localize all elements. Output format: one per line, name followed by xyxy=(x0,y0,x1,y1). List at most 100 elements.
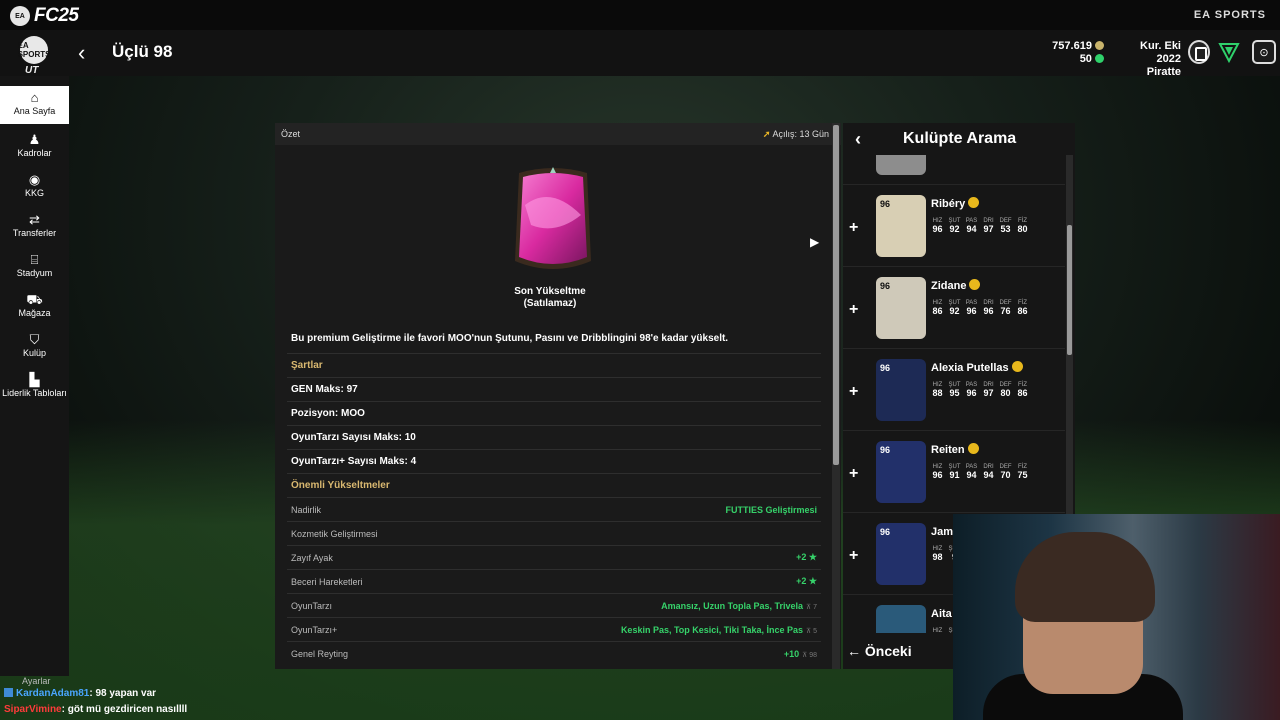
stat-cell: FİZ 80 xyxy=(1016,218,1029,234)
top-bar: EA FC25 EA SPORTS xyxy=(0,0,1280,30)
add-icon[interactable]: + xyxy=(849,301,858,319)
streamer-hair xyxy=(1015,532,1155,622)
add-icon[interactable]: + xyxy=(849,547,858,565)
arrow-left-icon: ← xyxy=(847,643,861,659)
add-icon[interactable]: + xyxy=(849,383,858,401)
player-name: Ribéry xyxy=(931,197,980,210)
heading-text: Önemli Yükseltmeler xyxy=(291,480,390,491)
card-title-text: Son Yükseltme xyxy=(514,286,586,297)
club-season: Kur. Eki 2022 xyxy=(1140,40,1181,65)
sidebar-item-store[interactable]: ⛟ Mağaza xyxy=(0,288,69,326)
settings-label: Ayarlar xyxy=(22,676,51,686)
upgrade-row: OyunTarzı+ Keskin Pas, Top Kesici, Tiki T… xyxy=(287,617,821,641)
evolution-description: Bu premium Geliştirme ile favori MOO'nun… xyxy=(291,333,729,344)
opening-timer-text: Açılış: 13 Gün xyxy=(772,128,829,139)
points-value: 50 xyxy=(1079,53,1092,65)
sbc-icon: ◉ xyxy=(28,172,41,187)
stat-cell: PAS 96 xyxy=(965,382,978,398)
sidebar-item-label: KKG xyxy=(24,188,44,198)
sidebar-item-transfers[interactable]: ⇄ Transferler xyxy=(0,208,69,246)
player-ovr: 96 xyxy=(880,281,891,291)
sidebar-item-squads[interactable]: ♟ Kadrolar xyxy=(0,128,69,166)
transfer-icon: ⇄ xyxy=(29,212,40,227)
player-name-text: Aita xyxy=(931,608,952,620)
sidebar-item-sbc[interactable]: ◉ KKG xyxy=(0,168,69,206)
player-row[interactable]: +96 Alexia Putellas HIZ 88 ŞUT 95 PAS 96 DRI 97 DE… xyxy=(843,349,1065,431)
chat-user: SiparVimine xyxy=(4,704,62,715)
sidebar-item-home[interactable]: ⌂ Ana Sayfa xyxy=(0,86,69,124)
stat-value: 86 xyxy=(932,306,943,316)
player-ovr: 96 xyxy=(880,527,891,537)
stat-value: 88 xyxy=(932,388,943,398)
upgrade-label: Beceri Hareketleri xyxy=(291,576,363,587)
club-crest-icon[interactable] xyxy=(1188,40,1210,64)
requirement-text: GEN Maks: 97 xyxy=(291,384,358,395)
stat-value: 96 xyxy=(932,224,943,234)
settings-item[interactable]: Ayarlar xyxy=(22,676,50,686)
requirement-row: OyunTarzı+ Sayısı Maks: 4 xyxy=(287,449,821,473)
stat-cell: DEF 80 xyxy=(999,382,1012,398)
player-list-scrollbar[interactable] xyxy=(1066,155,1073,515)
stat-value: 94 xyxy=(966,470,977,480)
profile-icon[interactable]: ⊙ xyxy=(1252,40,1276,64)
player-card: 96 xyxy=(876,523,926,585)
stat-cell: DRI 97 xyxy=(982,218,995,234)
summary-scrollbar[interactable] xyxy=(832,123,840,669)
leaderboard-icon: ▙ xyxy=(29,372,40,387)
scrollbar-thumb[interactable] xyxy=(1067,225,1072,355)
upgrade-value: FUTTIES Geliştirmesi xyxy=(725,505,817,515)
sidebar-item-label: Liderlik Tabloları xyxy=(2,388,67,398)
chat-user: KardanAdam81 xyxy=(16,688,90,699)
stat-value: 96 xyxy=(966,388,977,398)
requirement-text: OyunTarzı Sayısı Maks: 10 xyxy=(291,432,416,443)
player-ovr: 96 xyxy=(880,363,891,373)
ea-logo-icon: EA xyxy=(10,6,30,26)
stadium-icon: ⌸ xyxy=(30,252,39,267)
chemistry-icon xyxy=(969,279,981,290)
player-row[interactable]: +HIZ96ŞUT85PAS94DRI93DEF97FİZ93 xyxy=(843,155,1065,185)
requirement-row: OyunTarzı Sayısı Maks: 10 xyxy=(287,425,821,449)
stat-cell: HIZ 96 xyxy=(931,464,944,480)
next-arrow-icon[interactable]: ▶ xyxy=(810,235,819,249)
back-button[interactable]: ‹ xyxy=(78,42,98,64)
evolution-card-image xyxy=(515,167,591,269)
sidebar-item-label: Kulüp xyxy=(22,348,47,358)
previous-button[interactable]: ← Önceki xyxy=(843,633,953,669)
player-row[interactable]: +96 Ribéry HIZ 96 ŞUT 92 PAS 94 DRI 97 DEF 53 FİZ 80 xyxy=(843,185,1065,267)
player-stats: HIZ 86 ŞUT 92 PAS 96 DRI 96 DEF 76 FİZ 86 xyxy=(931,300,1029,316)
chemistry-icon xyxy=(967,443,979,454)
upgrade-row: Zayıf Ayak +2 ★ xyxy=(287,545,821,569)
stat-cell: HIZ 98 xyxy=(931,546,944,562)
upgrade-label: Genel Reyting xyxy=(291,648,349,659)
upgrade-extra: ⊼ 98 xyxy=(802,651,817,659)
stat-value: 91 xyxy=(949,470,960,480)
stat-value: 96 xyxy=(932,470,943,480)
stat-value: 80 xyxy=(1017,224,1028,234)
scrollbar-thumb[interactable] xyxy=(833,125,839,465)
requirement-row: Pozisyon: MOO xyxy=(287,401,821,425)
requirement-text: Pozisyon: MOO xyxy=(291,408,365,419)
coins-value: 757.619 xyxy=(1052,40,1092,52)
add-icon[interactable]: + xyxy=(849,219,858,237)
sidebar-item-leaderboards[interactable]: ▙ Liderlik Tabloları xyxy=(0,368,69,414)
upgrade-row: Kozmetik Geliştirmesi xyxy=(287,521,821,545)
champions-icon[interactable] xyxy=(1218,41,1240,63)
sidebar-item-stadium[interactable]: ⌸ Stadyum xyxy=(0,248,69,286)
back-chevron-icon[interactable]: ‹ xyxy=(843,129,873,150)
ea-sports-brand: EA SPORTS xyxy=(1193,9,1266,21)
upgrade-value: +2 ★ xyxy=(796,576,817,587)
sidebar-item-club[interactable]: ⛉ Kulüp xyxy=(0,328,69,366)
evolution-card-title: Son Yükseltme (Satılamaz) xyxy=(275,286,825,310)
sidebar: ⌂ Ana Sayfa ♟ Kadrolar ◉ KKG ⇄ Transferl… xyxy=(0,76,69,676)
player-row[interactable]: +96 Reiten HIZ 96 ŞUT 91 PAS 94 DRI 94 DEF 70 FİZ 75 xyxy=(843,431,1065,513)
stat-value: 75 xyxy=(1017,470,1028,480)
stat-cell: FİZ 86 xyxy=(1016,382,1029,398)
add-icon[interactable]: + xyxy=(849,465,858,483)
points-icon xyxy=(1095,54,1104,63)
stat-cell: DEF 53 xyxy=(999,218,1012,234)
upgrade-label: Nadirlik xyxy=(291,504,322,515)
player-row[interactable]: +96 Zidane HIZ 86 ŞUT 92 PAS 96 DRI 96 DEF 76 FİZ 86 xyxy=(843,267,1065,349)
upgrade-value-text: Keskin Pas, Top Kesici, Tiki Taka, İnce … xyxy=(620,624,804,635)
chemistry-icon xyxy=(968,197,980,208)
stat-cell: HIZ 88 xyxy=(931,382,944,398)
